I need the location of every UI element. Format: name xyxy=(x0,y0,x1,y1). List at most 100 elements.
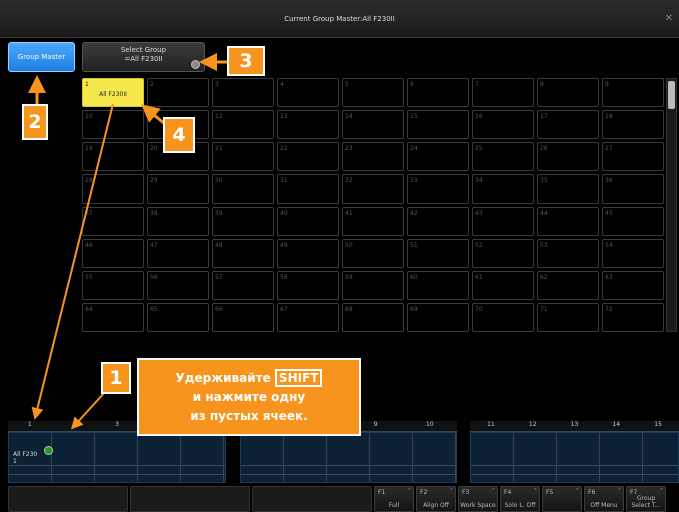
group-cell[interactable]: 46 xyxy=(82,238,144,268)
chevron-down-icon: ˅ xyxy=(534,488,537,495)
group-cell[interactable]: 19 xyxy=(82,142,144,172)
group-cell[interactable]: 27 xyxy=(602,142,664,172)
group-cell[interactable]: 70 xyxy=(472,302,534,332)
group-cell[interactable]: 72 xyxy=(602,302,664,332)
group-cell-number: 10 xyxy=(85,113,93,121)
group-cell[interactable]: 24 xyxy=(407,142,469,172)
group-master-button[interactable]: Group Master xyxy=(8,42,75,72)
group-cell[interactable]: 54 xyxy=(602,238,664,268)
group-cell[interactable]: 62 xyxy=(537,270,599,300)
executor-number: 1 xyxy=(27,421,32,428)
scrollbar-thumb[interactable] xyxy=(668,81,675,109)
group-cell[interactable]: 16 xyxy=(472,110,534,140)
group-cell-number: 70 xyxy=(475,305,483,313)
group-cell[interactable]: 59 xyxy=(342,270,404,300)
group-cell[interactable]: 34 xyxy=(472,174,534,204)
group-cell[interactable]: 43 xyxy=(472,206,534,236)
group-cell[interactable]: 47 xyxy=(147,238,209,268)
executor-block-right[interactable] xyxy=(470,432,679,483)
group-cell[interactable]: 8 xyxy=(537,78,599,108)
group-cell[interactable]: 17 xyxy=(537,110,599,140)
close-icon[interactable]: ✕ xyxy=(665,13,673,24)
group-cell-number: 27 xyxy=(605,145,613,153)
group-cell[interactable]: 6 xyxy=(407,78,469,108)
group-cell[interactable]: 5 xyxy=(342,78,404,108)
group-cell-number: 11 xyxy=(150,113,158,121)
group-cell[interactable]: 22 xyxy=(277,142,339,172)
group-cell[interactable]: 52 xyxy=(472,238,534,268)
group-cell[interactable]: 58 xyxy=(277,270,339,300)
group-cell[interactable]: 39 xyxy=(212,206,274,236)
group-cell[interactable]: 60 xyxy=(407,270,469,300)
group-cell-number: 3 xyxy=(215,81,219,88)
group-cell[interactable]: 15 xyxy=(407,110,469,140)
executor-block-mid[interactable] xyxy=(240,432,457,483)
group-cell[interactable]: 65 xyxy=(147,302,209,332)
fkey-f6-button[interactable]: F6 ˅ Off Menu xyxy=(584,486,624,512)
group-cell[interactable]: 55 xyxy=(82,270,144,300)
group-cell[interactable]: 4 xyxy=(277,78,339,108)
group-cell-number: 66 xyxy=(215,305,223,313)
executor-block-left[interactable]: All F230 1 xyxy=(8,432,226,483)
group-cell[interactable]: 35 xyxy=(537,174,599,204)
group-cell[interactable]: 36 xyxy=(602,174,664,204)
group-cell[interactable]: 7 xyxy=(472,78,534,108)
fkey-f1-button[interactable]: F1 ˅ Full xyxy=(374,486,414,512)
note-line-1: Удерживайте SHIFT xyxy=(176,368,323,388)
group-cell[interactable]: 12 xyxy=(212,110,274,140)
bottom-blank-button[interactable] xyxy=(252,486,372,512)
group-cell[interactable]: 64 xyxy=(82,302,144,332)
group-cell[interactable]: 9 xyxy=(602,78,664,108)
group-cell[interactable]: 51 xyxy=(407,238,469,268)
group-cell[interactable]: 48 xyxy=(212,238,274,268)
group-cell[interactable]: 25 xyxy=(472,142,534,172)
group-cell[interactable]: 44 xyxy=(537,206,599,236)
group-cell[interactable]: 37 xyxy=(82,206,144,236)
group-cell[interactable]: 23 xyxy=(342,142,404,172)
group-cell[interactable]: 38 xyxy=(147,206,209,236)
fkey-f5-button[interactable]: F5 ˅ xyxy=(542,486,582,512)
group-cell[interactable]: 3 xyxy=(212,78,274,108)
group-cell[interactable]: 71 xyxy=(537,302,599,332)
group-cell[interactable]: 69 xyxy=(407,302,469,332)
group-cell[interactable]: 13 xyxy=(277,110,339,140)
group-cell[interactable]: 10 xyxy=(82,110,144,140)
group-cell[interactable]: 30 xyxy=(212,174,274,204)
group-cell[interactable]: 32 xyxy=(342,174,404,204)
group-cell[interactable]: 21 xyxy=(212,142,274,172)
group-cell[interactable]: 40 xyxy=(277,206,339,236)
group-cell[interactable]: 28 xyxy=(82,174,144,204)
group-cell[interactable]: 49 xyxy=(277,238,339,268)
group-cell-number: 36 xyxy=(605,177,613,185)
group-cell[interactable]: 2 xyxy=(147,78,209,108)
group-cell[interactable]: 63 xyxy=(602,270,664,300)
bottom-blank-button[interactable] xyxy=(130,486,250,512)
group-cell[interactable]: 67 xyxy=(277,302,339,332)
fkey-f3-button[interactable]: F3 ˅ Work Space xyxy=(458,486,498,512)
group-cell[interactable]: 26 xyxy=(537,142,599,172)
group-cell-selected[interactable]: 1 All F230II xyxy=(82,78,144,108)
group-cell[interactable]: 53 xyxy=(537,238,599,268)
group-cell[interactable]: 45 xyxy=(602,206,664,236)
group-cell[interactable]: 66 xyxy=(212,302,274,332)
fkey-f4-button[interactable]: F4 ˅ Solo L. Off xyxy=(500,486,540,512)
group-cell[interactable]: 33 xyxy=(407,174,469,204)
group-cell[interactable]: 57 xyxy=(212,270,274,300)
group-cell[interactable]: 68 xyxy=(342,302,404,332)
bottom-blank-button[interactable] xyxy=(8,486,128,512)
group-cell[interactable]: 41 xyxy=(342,206,404,236)
scrollbar[interactable] xyxy=(666,78,677,332)
group-cell[interactable]: 50 xyxy=(342,238,404,268)
fkey-f2-button[interactable]: F2 ˅ Align Off xyxy=(416,486,456,512)
group-cell[interactable]: 14 xyxy=(342,110,404,140)
group-cell-number: 54 xyxy=(605,241,613,249)
group-cell[interactable]: 61 xyxy=(472,270,534,300)
group-cell[interactable]: 31 xyxy=(277,174,339,204)
group-cell[interactable]: 56 xyxy=(147,270,209,300)
group-cell[interactable]: 18 xyxy=(602,110,664,140)
fkey-f7-button[interactable]: F7 ˅ Group Select T... xyxy=(626,486,666,512)
select-group-button[interactable]: Select Group =All F230II xyxy=(82,42,205,72)
group-cell[interactable]: 29 xyxy=(147,174,209,204)
encoder-knob-icon[interactable] xyxy=(191,60,200,69)
group-cell[interactable]: 42 xyxy=(407,206,469,236)
